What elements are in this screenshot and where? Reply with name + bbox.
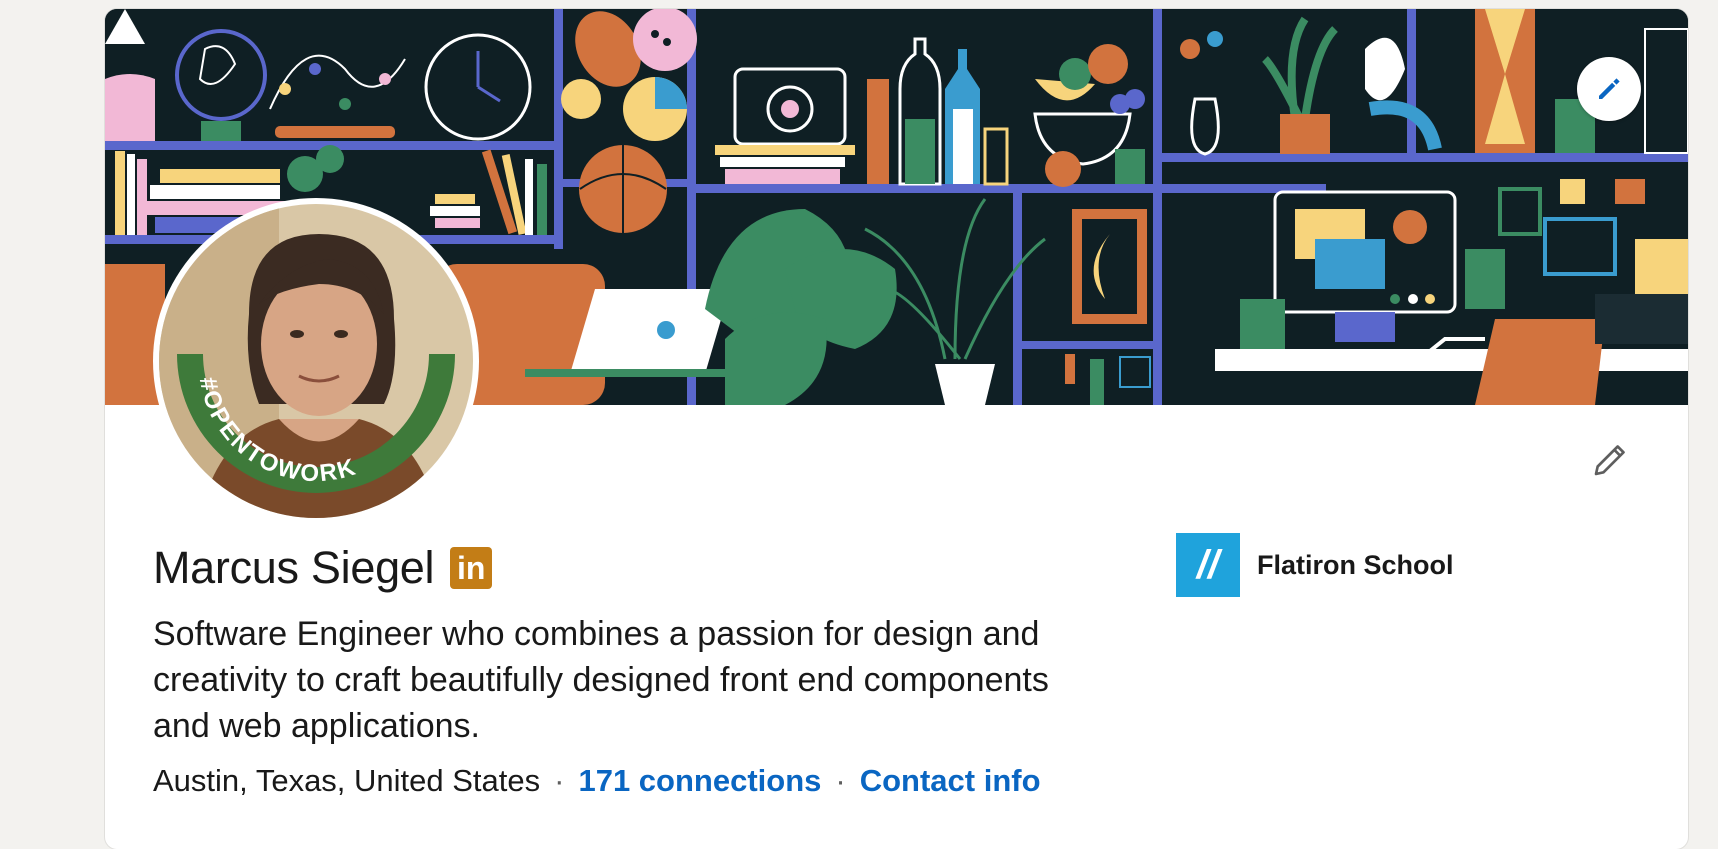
name-row: Marcus Siegel in bbox=[153, 542, 493, 594]
profile-photo[interactable]: #OPENTOWORK bbox=[153, 198, 479, 524]
connections-link[interactable]: 171 connections bbox=[578, 763, 821, 799]
avatar-image: #OPENTOWORK bbox=[159, 204, 473, 518]
education-link[interactable]: // Flatiron School bbox=[1176, 533, 1454, 597]
edit-intro-button[interactable] bbox=[1583, 431, 1639, 487]
separator-dot: · bbox=[835, 763, 846, 798]
pencil-outline-icon bbox=[1594, 445, 1625, 476]
edit-banner-button[interactable] bbox=[1577, 57, 1641, 121]
school-logo: // bbox=[1176, 533, 1240, 597]
school-name: Flatiron School bbox=[1257, 549, 1454, 580]
pencil-icon bbox=[1599, 78, 1620, 99]
separator-dot: · bbox=[554, 763, 565, 798]
avatar: #OPENTOWORK bbox=[159, 204, 473, 518]
profile-location: Austin, Texas, United States bbox=[153, 763, 541, 798]
linkedin-premium-badge[interactable]: in bbox=[450, 547, 493, 589]
profile-headline: Software Engineer who combines a passion… bbox=[153, 615, 1049, 745]
profile-meta: Austin, Texas, United States · 171 conne… bbox=[153, 763, 1041, 799]
profile-name: Marcus Siegel bbox=[153, 542, 435, 593]
profile-card: #OPENTOWORK Marcus Siegel in Software En… bbox=[105, 9, 1688, 849]
contact-info-link[interactable]: Contact info bbox=[860, 763, 1041, 799]
